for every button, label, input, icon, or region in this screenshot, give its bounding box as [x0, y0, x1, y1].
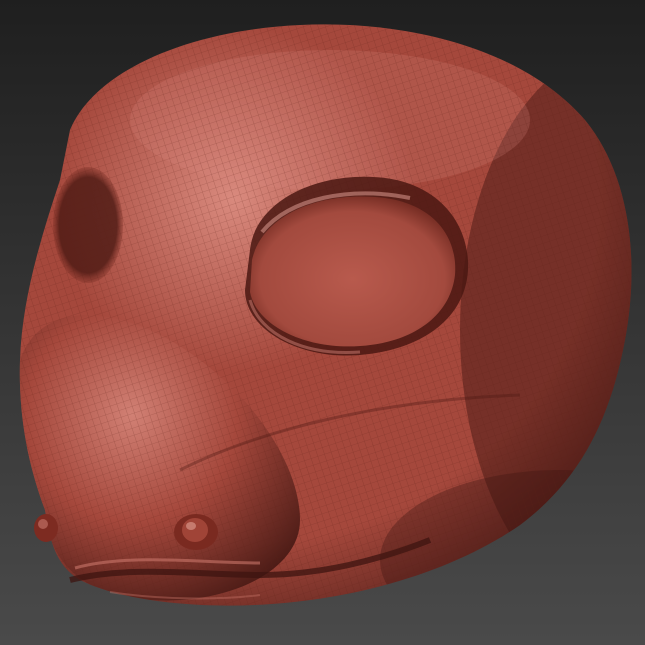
sculpt-viewport[interactable] — [0, 0, 645, 645]
small-nub[interactable] — [174, 514, 218, 550]
sculpt-render — [0, 0, 645, 645]
nostril[interactable] — [34, 514, 58, 542]
eye-socket[interactable] — [245, 176, 469, 356]
